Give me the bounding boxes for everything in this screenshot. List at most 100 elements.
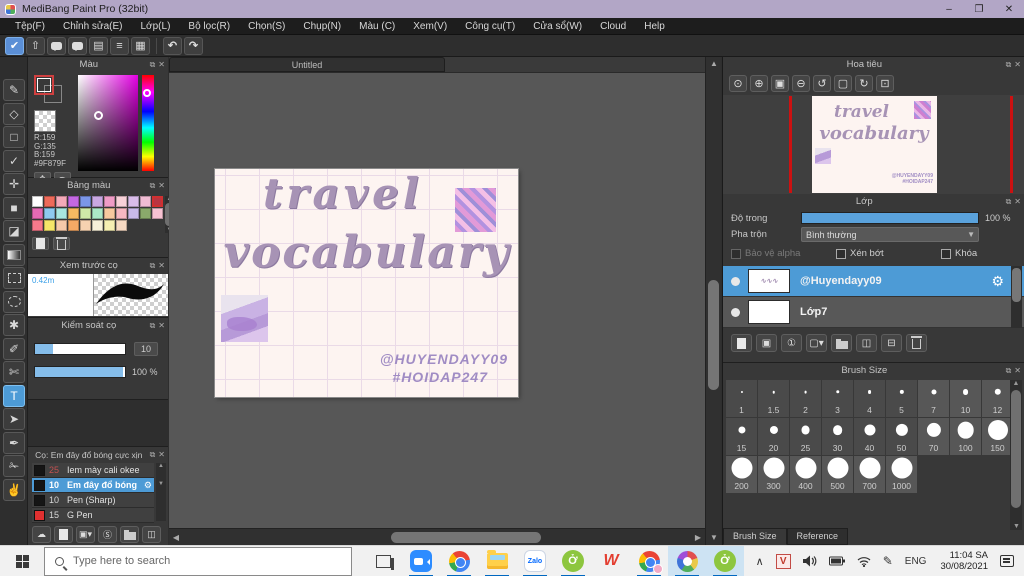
move-tool[interactable]: ✛ [3,173,25,195]
brush-size-slider[interactable] [34,343,126,355]
rotate-right-button[interactable]: ↻ [855,75,873,92]
popout-icon[interactable]: ⧉ [150,450,156,460]
pen-icon[interactable]: ✎ [883,554,893,568]
palette-swatch[interactable] [116,220,127,231]
scroll-left-icon[interactable]: ◀ [169,529,183,546]
layer-item[interactable]: Lớp7 [723,297,1024,328]
clipping-checkbox[interactable]: Xén bớt [836,248,941,259]
palette-swatch[interactable] [104,208,115,219]
language-indicator[interactable]: ENG [905,556,927,567]
close-icon[interactable]: ✕ [158,321,165,330]
comment-button[interactable] [47,36,66,55]
opacity-slider[interactable] [801,212,979,224]
palette-swatch[interactable] [32,220,43,231]
brush-size-value[interactable]: 10 [134,342,159,356]
menu-item-10[interactable]: Cửa sổ(W) [524,18,591,35]
saturation-value-picker[interactable] [78,75,138,171]
palette-swatch[interactable] [128,208,139,219]
search-box[interactable]: Type here to search [44,546,352,576]
visibility-icon[interactable] [731,276,740,286]
palette-swatch[interactable] [104,196,115,207]
brush-size-scrollbar[interactable]: ▲ ▼ [1010,380,1022,530]
add-special-layer-button[interactable]: ▢▾ [806,334,827,352]
artwork-canvas[interactable]: travel vocabulary @HUYENDAYY09 #HOIDAP24… [215,169,518,397]
scroll-down-icon[interactable]: ▼ [706,531,722,545]
menu-item-2[interactable]: Chỉnh sửa(E) [54,18,132,35]
layer-item[interactable]: ∿∿∿ @Huyendayy09 ⚙ [723,266,1024,297]
brush-size-cell[interactable]: 3 [822,380,853,417]
add-layer-button[interactable] [731,334,752,352]
popout-icon[interactable]: ⧉ [150,60,156,70]
scroll-up-icon[interactable]: ▲ [706,57,722,71]
material-list-button[interactable]: ≡ [110,36,129,55]
menu-item-7[interactable]: Màu (C) [350,18,404,35]
brush-list-scrollbar[interactable]: ▲ ▼ [156,463,166,521]
scroll-right-icon[interactable]: ▶ [691,529,705,546]
brush-size-cell[interactable]: 10 [950,380,981,417]
brush-size-cell[interactable]: 500 [822,456,853,493]
hue-cursor[interactable] [143,89,151,97]
brush-list-item[interactable]: 10 Pen (Sharp) [32,493,154,508]
brush-list-item[interactable]: 25 Iem mày cali okee [32,463,154,478]
navigator-thumbnail[interactable]: travel vocabulary @HUYENDAYY09 #HOIDAP247 [812,96,937,193]
visibility-icon[interactable] [731,307,740,317]
menu-item-8[interactable]: Xem(V) [404,18,456,35]
script-brush-button[interactable]: Ⓢ [98,526,117,543]
polyline-tool[interactable]: ✓ [3,149,25,172]
menu-item-9[interactable]: Công cụ(T) [456,18,524,35]
brush-tool[interactable]: ✎ [3,79,25,101]
popout-icon[interactable]: ⧉ [1006,366,1012,376]
brush-opacity-slider[interactable] [34,366,126,378]
taskbar-chrome[interactable] [440,546,478,576]
taskbar-zalo[interactable]: Zalo [516,546,554,576]
palette-swatch[interactable] [68,220,79,231]
taskbar-coccoc[interactable]: Ở [554,546,592,576]
hand-tool[interactable]: ✌ [3,478,25,501]
text-tool[interactable]: T [3,384,25,407]
merge-layer-button[interactable]: ⊟ [881,334,902,352]
palette-swatch[interactable] [140,208,151,219]
palette-swatch[interactable] [44,208,55,219]
palette-swatch[interactable] [80,196,91,207]
brush-size-cell[interactable]: 40 [854,418,885,455]
brush-folder-button[interactable] [120,526,139,543]
clock[interactable]: 11:04 SA 30/08/2021 [940,550,988,572]
menu-item-6[interactable]: Chụp(N) [294,18,350,35]
brush-size-cell[interactable]: 1.5 [758,380,789,417]
brush-size-cell[interactable]: 100 [950,418,981,455]
zoom-100-button[interactable]: ⊙ [729,75,747,92]
lasso-tool[interactable] [3,290,25,313]
palette-swatch[interactable] [56,208,67,219]
popout-icon[interactable]: ⧉ [150,261,156,271]
zoom-out-button[interactable]: ⊖ [792,75,810,92]
menu-item-3[interactable]: Lớp(L) [132,18,180,35]
palette-swatch[interactable] [152,196,163,207]
menu-item-1[interactable]: Tệp(F) [6,18,54,35]
vscroll-thumb[interactable] [708,280,719,390]
lock-button[interactable]: ⊡ [876,75,894,92]
duplicate-layer-button[interactable]: ◫ [856,334,877,352]
fill-rect-tool[interactable]: ■ [3,196,25,219]
canvas-hscrollbar[interactable]: ◀ ▶ [169,528,705,545]
palette-swatch[interactable] [116,196,127,207]
gear-icon[interactable]: ⚙ [144,480,152,491]
zoom-in-button[interactable]: ⊕ [750,75,768,92]
layer-list-scrollbar[interactable] [1011,266,1022,328]
taskbar-coccoc-2[interactable]: Ở [706,545,744,576]
add-1bit-layer-button[interactable]: ① [781,334,802,352]
navigator-view[interactable]: travel vocabulary @HUYENDAYY09 #HOIDAP247 [723,95,1024,194]
palette-swatch[interactable] [104,220,115,231]
rotate-left-button[interactable]: ↺ [813,75,831,92]
brush-size-cell[interactable]: 300 [758,456,789,493]
brush-size-cell[interactable]: 30 [822,418,853,455]
shape-tool[interactable]: □ [3,126,25,148]
palette-swatch[interactable] [32,208,43,219]
taskbar-medibang[interactable] [668,545,706,576]
palette-swatch[interactable] [92,196,103,207]
brush-size-cell[interactable]: 12 [982,380,1013,417]
rotate-reset-button[interactable]: ▢ [834,75,852,92]
delete-layer-button[interactable] [906,334,927,352]
copy-layer-button[interactable]: ▣ [756,334,777,352]
lock-checkbox[interactable]: Khóa [941,248,977,259]
operation-tool[interactable]: ➤ [3,408,25,430]
